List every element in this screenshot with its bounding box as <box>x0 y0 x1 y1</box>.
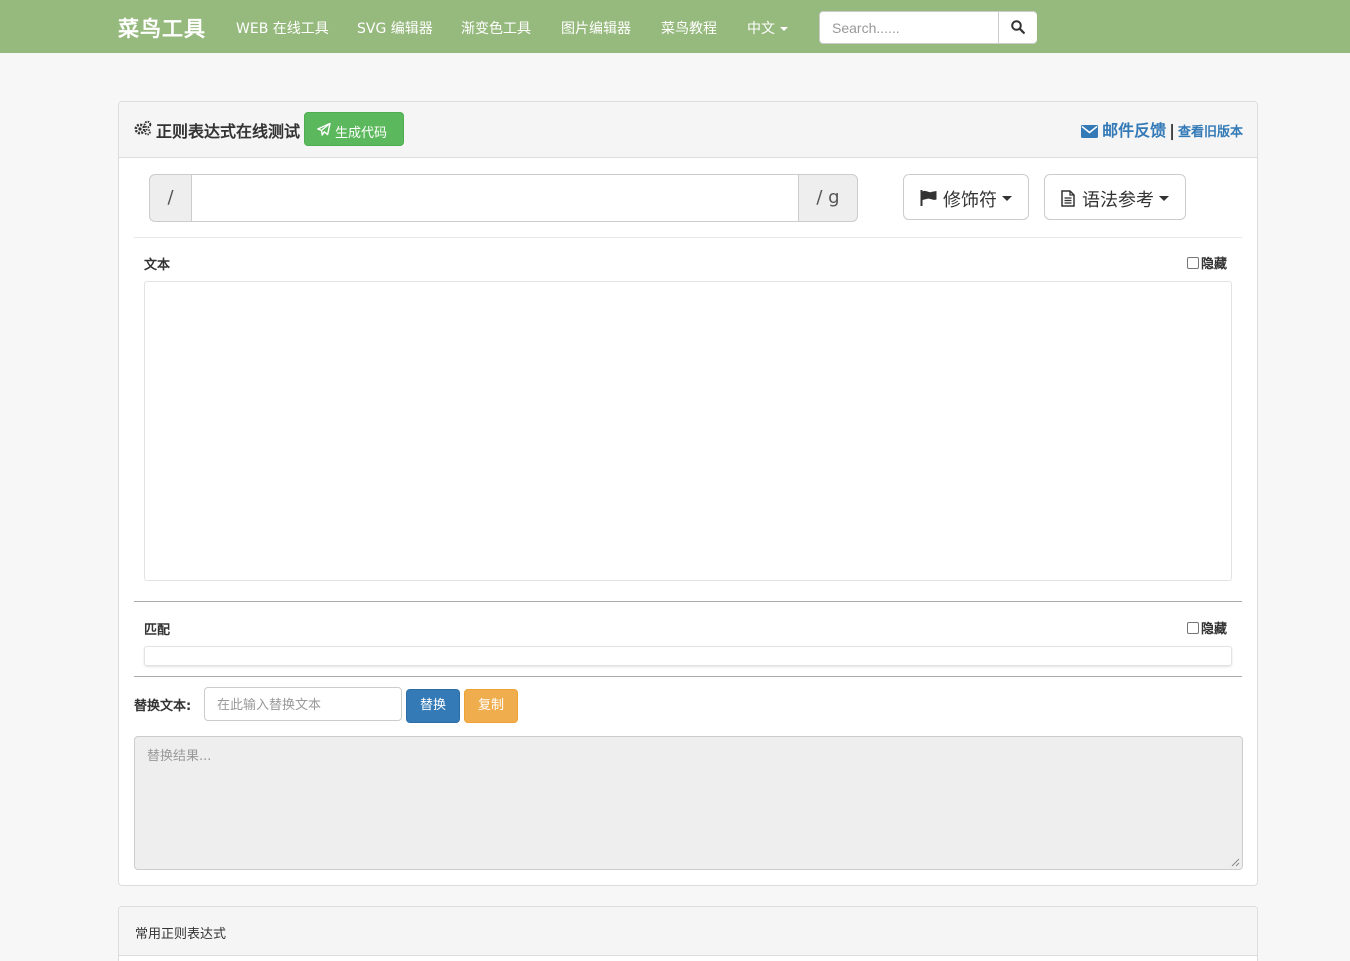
hide-text-checkbox[interactable] <box>1187 257 1199 269</box>
replace-label: 替换文本: <box>134 699 192 714</box>
generate-code-label: 生成代码 <box>335 126 388 141</box>
hide-match-toggle[interactable]: 隐藏 <box>1187 618 1227 637</box>
hide-match-label: 隐藏 <box>1201 622 1228 637</box>
generate-code-button[interactable]: 生成代码 <box>304 112 404 146</box>
caret-down-icon <box>1159 196 1169 201</box>
regex-flags-suffix: / g <box>798 174 858 222</box>
regex-input-group: / / g <box>149 174 858 222</box>
resize-handle-icon[interactable] <box>1231 858 1240 867</box>
language-label: 中文 <box>747 21 775 37</box>
hide-match-checkbox[interactable] <box>1187 622 1199 634</box>
nav-language-dropdown[interactable]: 中文 <box>747 18 788 38</box>
search-form <box>819 11 1037 44</box>
divider <box>134 237 1242 238</box>
modifiers-label: 修饰符 <box>943 190 997 211</box>
caret-down-icon <box>1002 196 1012 201</box>
brand-logo[interactable]: 菜鸟工具 <box>118 13 206 43</box>
modifiers-dropdown[interactable]: 修饰符 <box>903 174 1029 220</box>
nav-tutorial[interactable]: 菜鸟教程 <box>661 18 717 38</box>
top-navbar: 菜鸟工具 WEB 在线工具 SVG 编辑器 渐变色工具 图片编辑器 菜鸟教程 中… <box>0 0 1350 53</box>
feedback-area: 邮件反馈 | 查看旧版本 <box>1081 117 1243 141</box>
hide-text-label: 隐藏 <box>1201 257 1228 272</box>
common-regex-title: 常用正则表达式 <box>135 927 227 942</box>
test-text-editor[interactable] <box>144 281 1232 581</box>
copy-button[interactable]: 复制 <box>464 689 518 723</box>
cogs-icon <box>134 120 152 136</box>
hide-text-toggle[interactable]: 隐藏 <box>1187 253 1227 272</box>
search-icon <box>1011 20 1025 34</box>
paper-plane-icon <box>317 123 331 136</box>
syntax-reference-dropdown[interactable]: 语法参考 <box>1044 174 1186 220</box>
caret-down-icon <box>780 27 788 31</box>
match-results <box>144 646 1232 666</box>
regex-input[interactable] <box>191 174 799 222</box>
match-section-label: 匹配 <box>144 623 171 638</box>
common-regex-heading: 常用正则表达式 <box>119 907 1257 956</box>
replace-result-textarea[interactable]: 替换结果... <box>134 736 1243 870</box>
email-feedback-label: 邮件反馈 <box>1102 121 1167 140</box>
common-regex-panel: 常用正则表达式 <box>118 906 1258 961</box>
replace-input[interactable] <box>204 687 402 721</box>
separator: | <box>1169 121 1175 140</box>
envelope-icon <box>1081 125 1099 138</box>
search-input[interactable] <box>820 12 998 43</box>
old-version-link[interactable]: 查看旧版本 <box>1178 125 1243 140</box>
nav-svg-editor[interactable]: SVG 编辑器 <box>357 18 433 38</box>
panel-heading: 正则表达式在线测试 生成代码 邮件反馈 | 查看旧版本 <box>119 102 1257 158</box>
email-feedback-link[interactable]: 邮件反馈 <box>1081 121 1166 140</box>
flag-icon <box>920 190 937 206</box>
text-section-label: 文本 <box>144 258 171 273</box>
regex-prefix: / <box>149 174 192 222</box>
file-text-icon <box>1061 190 1075 207</box>
replace-button[interactable]: 替换 <box>406 689 460 723</box>
regex-tester-panel: 正则表达式在线测试 生成代码 邮件反馈 | 查看旧版本 / / g 修饰符 语法… <box>118 101 1258 886</box>
nav-image-editor[interactable]: 图片编辑器 <box>561 18 631 38</box>
nav-web-tools[interactable]: WEB 在线工具 <box>236 18 329 38</box>
divider <box>134 601 1242 602</box>
nav-gradient-tool[interactable]: 渐变色工具 <box>461 18 531 38</box>
divider <box>134 676 1242 677</box>
syntax-label: 语法参考 <box>1082 190 1154 211</box>
search-button[interactable] <box>998 12 1037 43</box>
page-title: 正则表达式在线测试 <box>156 122 301 141</box>
result-placeholder: 替换结果... <box>147 749 212 764</box>
